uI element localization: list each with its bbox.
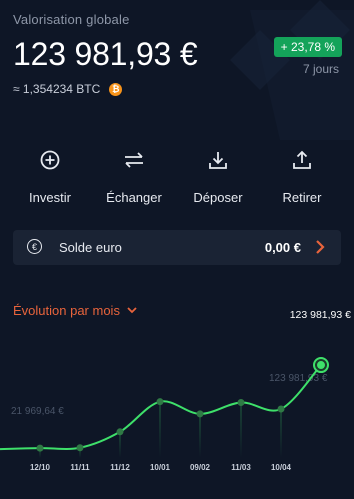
data-point[interactable] [317,361,325,370]
btc-value: ≈ 1,354234 BTC [13,82,101,96]
chevron-right-icon [316,240,325,254]
guide-line [280,409,282,458]
x-tick-label: 11/03 [231,463,251,472]
data-point[interactable] [277,405,285,413]
guide-line [240,402,242,458]
guide-line [159,401,161,458]
total-balance: 123 981,93 € [13,36,198,72]
invest-button[interactable]: Investir [10,140,90,205]
euro-balance-value: 0,00 € [264,240,301,255]
x-tick-label: 11/11 [70,463,90,472]
portfolio-header: Valorisation globale 123 981,93 € ≈ 1,35… [13,0,342,112]
data-point[interactable] [116,428,124,436]
x-tick-label: 12/10 [30,463,51,472]
x-tick-label: 10/01 [150,463,171,472]
start-value-label: 21 969,64 € [11,406,64,417]
change-percent-badge: + 23,78 % [273,37,342,57]
swap-arrows-icon [114,140,154,180]
quick-actions: Investir Échanger Déposer Retirer [0,140,354,210]
bitcoin-icon: ₿ [109,82,123,96]
guide-line [119,431,121,458]
data-point[interactable] [196,410,204,418]
previous-value-label: 123 981,93 € [269,373,328,384]
invest-label: Investir [29,190,71,205]
download-icon [198,140,238,180]
deposit-button[interactable]: Déposer [178,140,258,205]
euro-icon: € [27,239,42,254]
exchange-label: Échanger [106,190,162,205]
data-point[interactable] [156,398,164,406]
data-point[interactable] [76,444,84,452]
btc-equivalent: ≈ 1,354234 BTC ₿ [13,82,123,96]
upload-icon [282,140,322,180]
x-tick-label: 11/12 [110,463,130,472]
withdraw-label: Retirer [282,190,322,205]
current-value-label: 123 981,93 € [290,309,351,321]
data-point[interactable] [36,444,44,452]
guide-line [199,413,201,458]
change-period[interactable]: 7 jours [303,62,339,76]
exchange-button[interactable]: Échanger [94,140,174,205]
global-valuation-label: Valorisation globale [13,12,130,27]
euro-balance-row[interactable]: € Solde euro 0,00 € [13,230,341,265]
withdraw-button[interactable]: Retirer [262,140,342,205]
plus-circle-icon [30,140,70,180]
monthly-evolution-chart: 21 969,64 € 123 981,93 € 123 981,93 € 12/10… [0,309,351,472]
x-tick-label: 09/02 [190,463,211,472]
euro-balance-label: Solde euro [59,240,122,255]
x-tick-label: 10/04 [271,463,292,472]
data-point[interactable] [237,398,245,406]
deposit-label: Déposer [193,190,243,205]
